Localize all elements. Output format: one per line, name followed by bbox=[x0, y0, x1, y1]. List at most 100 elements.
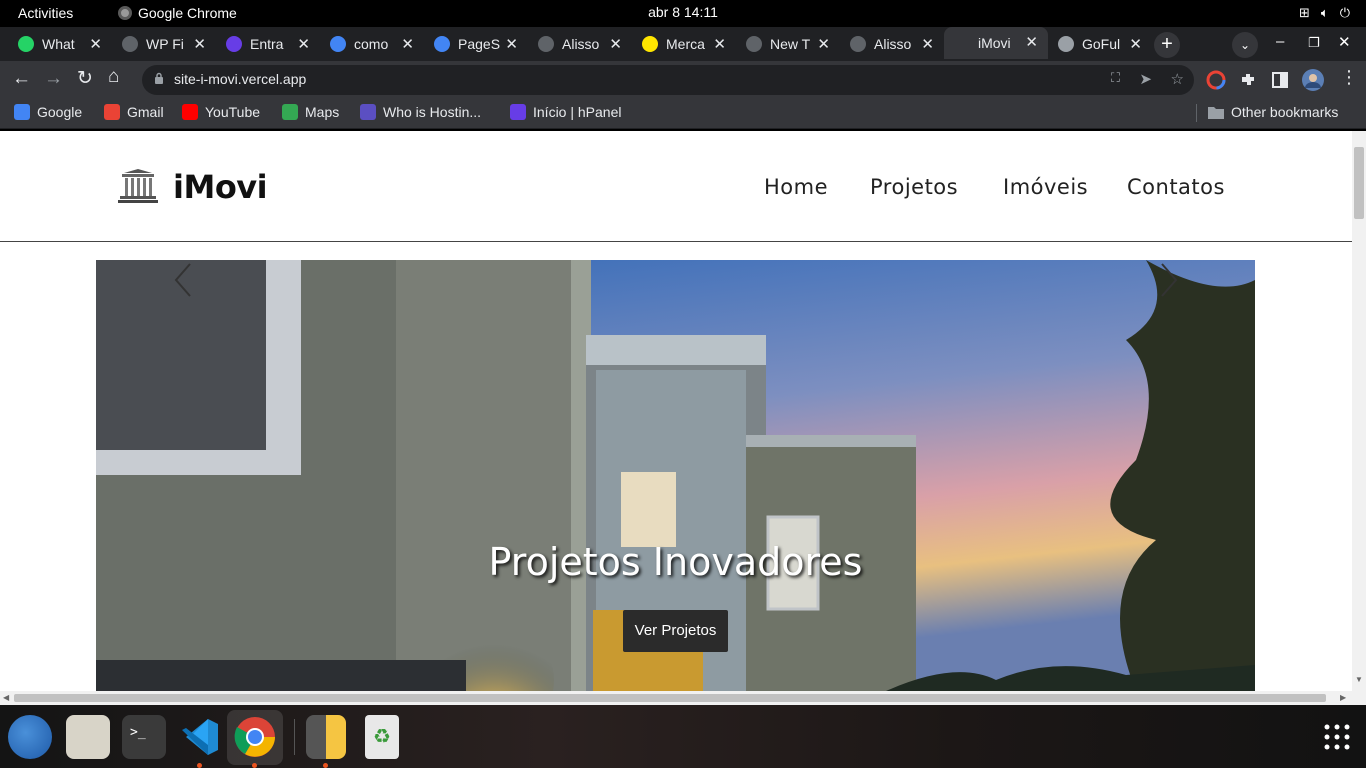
vscode-icon[interactable] bbox=[178, 715, 222, 759]
hero-carousel[interactable]: Projetos Inovadores Ver Projetos bbox=[96, 260, 1255, 691]
system-tray[interactable]: ⊞ 🔈︎ ⏻ bbox=[1299, 5, 1350, 21]
horizontal-scroll-thumb[interactable] bbox=[14, 694, 1326, 702]
close-tab-icon[interactable]: ✕ bbox=[921, 35, 934, 53]
close-tab-icon[interactable]: ✕ bbox=[1025, 33, 1038, 51]
close-tab-icon[interactable]: ✕ bbox=[89, 35, 102, 53]
tab-alisso[interactable]: Alisso ✕ bbox=[528, 29, 632, 59]
files-icon[interactable] bbox=[66, 715, 110, 759]
hero-title: Projetos Inovadores bbox=[488, 540, 863, 584]
tab-title: iMovi bbox=[978, 35, 1011, 51]
tab-como[interactable]: como ✕ bbox=[320, 29, 424, 59]
address-bar[interactable]: site-i-movi.vercel.app ⛶ ➤ ☆ bbox=[142, 65, 1194, 95]
close-tab-icon[interactable]: ✕ bbox=[713, 35, 726, 53]
bookmark-in-cio-hpanel[interactable]: Início | hPanel bbox=[510, 104, 621, 120]
bookmark-youtube[interactable]: YouTube bbox=[182, 104, 260, 120]
scroll-down-icon[interactable]: ▼ bbox=[1355, 675, 1363, 684]
terminal-icon[interactable]: >_ bbox=[122, 715, 166, 759]
nav-home[interactable]: Home bbox=[764, 175, 828, 199]
nav-contatos[interactable]: Contatos bbox=[1127, 175, 1225, 199]
carousel-next-icon[interactable] bbox=[1154, 260, 1184, 300]
vertical-scrollbar[interactable]: ▼ bbox=[1352, 131, 1366, 691]
bookmark-label: Maps bbox=[305, 104, 340, 120]
hostinger-icon bbox=[510, 104, 526, 120]
send-icon[interactable]: ➤ bbox=[1139, 70, 1152, 88]
translate-icon[interactable]: ⛶ bbox=[1111, 70, 1120, 86]
carousel-prev-icon[interactable] bbox=[168, 260, 198, 300]
tab-search-button[interactable]: ⌄ bbox=[1232, 32, 1258, 58]
site-header: iMovi Home Projetos Imóveis Contatos bbox=[0, 131, 1352, 242]
star-icon[interactable]: ☆ bbox=[1171, 70, 1184, 88]
trash-icon[interactable]: ♻ bbox=[365, 715, 399, 759]
tab-wp-fi[interactable]: WP Fi ✕ bbox=[112, 29, 216, 59]
url-text: site-i-movi.vercel.app bbox=[174, 71, 307, 87]
tab-merca[interactable]: Merca ✕ bbox=[632, 29, 736, 59]
close-tab-icon[interactable]: ✕ bbox=[1129, 35, 1142, 53]
other-bookmarks-label: Other bookmarks bbox=[1231, 104, 1339, 120]
vertical-scroll-thumb[interactable] bbox=[1354, 147, 1364, 219]
tab-title: Alisso bbox=[562, 36, 600, 52]
volume-icon: 🔈︎ bbox=[1320, 5, 1329, 20]
tab-what[interactable]: What ✕ bbox=[8, 29, 112, 59]
new-tab-button[interactable]: + bbox=[1154, 32, 1180, 58]
tab-imovi[interactable]: iMovi ✕ bbox=[944, 27, 1048, 59]
close-tab-icon[interactable]: ✕ bbox=[505, 35, 518, 53]
close-tab-icon[interactable]: ✕ bbox=[817, 35, 830, 53]
close-window-button[interactable]: ✕ bbox=[1338, 33, 1351, 51]
nav-projetos[interactable]: Projetos bbox=[870, 175, 958, 199]
other-bookmarks[interactable]: Other bookmarks bbox=[1208, 104, 1338, 120]
tab-entra[interactable]: Entra ✕ bbox=[216, 29, 320, 59]
profile-avatar[interactable] bbox=[1302, 69, 1324, 91]
dock-separator bbox=[294, 719, 295, 755]
tab-new-t[interactable]: New T ✕ bbox=[736, 29, 840, 59]
thunderbird-icon[interactable] bbox=[8, 715, 52, 759]
mercado-icon bbox=[642, 36, 658, 52]
bookmark-gmail[interactable]: Gmail bbox=[104, 104, 164, 120]
side-panel-icon[interactable] bbox=[1270, 70, 1290, 90]
hostinger-icon bbox=[226, 36, 242, 52]
back-button[interactable]: ← bbox=[12, 68, 31, 90]
tab-title: WP Fi bbox=[146, 36, 184, 52]
activities-button[interactable]: Activities bbox=[18, 5, 73, 21]
home-button[interactable]: ⌂ bbox=[108, 66, 119, 88]
extensions-icon[interactable] bbox=[1238, 70, 1258, 90]
lock-icon bbox=[155, 72, 163, 84]
close-tab-icon[interactable]: ✕ bbox=[297, 35, 310, 53]
scroll-right-icon[interactable]: ▶ bbox=[1340, 693, 1346, 702]
dock: >_ ♻ bbox=[0, 705, 1366, 768]
tab-alisso[interactable]: Alisso ✕ bbox=[840, 29, 944, 59]
clock[interactable]: abr 8 14:11 bbox=[648, 4, 718, 20]
google-icon bbox=[14, 104, 30, 120]
pagespeed-icon bbox=[434, 36, 450, 52]
menu-icon[interactable]: ⋮ bbox=[1340, 67, 1358, 88]
close-tab-icon[interactable]: ✕ bbox=[401, 35, 414, 53]
calculator-icon[interactable] bbox=[306, 715, 346, 759]
globe-icon bbox=[850, 36, 866, 52]
youtube-icon bbox=[182, 104, 198, 120]
minimize-button[interactable]: ‒ bbox=[1276, 33, 1284, 50]
maximize-button[interactable]: ❐ bbox=[1308, 35, 1320, 51]
show-apps-icon[interactable] bbox=[1324, 724, 1350, 750]
ver-projetos-button[interactable]: Ver Projetos bbox=[623, 610, 728, 652]
extension-color-icon[interactable] bbox=[1206, 70, 1226, 90]
forward-button[interactable]: → bbox=[44, 68, 63, 90]
tab-title: PageS bbox=[458, 36, 501, 52]
bookmark-who-is-hostin[interactable]: Who is Hostin... bbox=[360, 104, 481, 120]
google-icon bbox=[330, 36, 346, 52]
bookmark-maps[interactable]: Maps bbox=[282, 104, 339, 120]
app-menu[interactable]: Google Chrome bbox=[118, 5, 237, 21]
tab-pages[interactable]: PageS ✕ bbox=[424, 29, 528, 59]
bookmark-label: Google bbox=[37, 104, 83, 120]
site-brand[interactable]: iMovi bbox=[173, 168, 268, 206]
close-tab-icon[interactable]: ✕ bbox=[609, 35, 622, 53]
bookmark-google[interactable]: Google bbox=[14, 104, 82, 120]
horizontal-scrollbar[interactable]: ◀ ▶ bbox=[0, 691, 1366, 705]
bookmark-label: Gmail bbox=[127, 104, 164, 120]
tab-goful[interactable]: GoFul ✕ bbox=[1048, 29, 1152, 59]
scroll-left-icon[interactable]: ◀ bbox=[3, 693, 9, 702]
building-logo-icon[interactable] bbox=[118, 167, 158, 205]
globe-icon bbox=[538, 36, 554, 52]
close-tab-icon[interactable]: ✕ bbox=[193, 35, 206, 53]
chrome-icon[interactable] bbox=[233, 715, 277, 759]
nav-imoveis[interactable]: Imóveis bbox=[1003, 175, 1088, 199]
reload-button[interactable]: ↻ bbox=[77, 67, 93, 90]
